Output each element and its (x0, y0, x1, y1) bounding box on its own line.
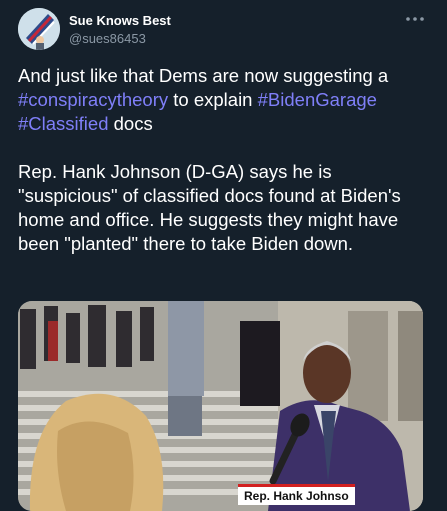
tweet-paragraph-2: Rep. Hank Johnson (D-GA) says he is "sus… (18, 161, 401, 254)
tweet-paragraph-1: And just like that Dems are now suggesti… (18, 64, 434, 136)
text-segment: docs (108, 113, 153, 134)
video-frame (18, 301, 423, 511)
author-handle[interactable]: @sues86453 (69, 31, 146, 46)
avatar[interactable] (18, 8, 60, 50)
tweet-card[interactable]: Sue Knows Best @sues86453 And just like … (0, 0, 447, 511)
author-name[interactable]: Sue Knows Best (69, 13, 171, 28)
tweet-video[interactable] (18, 301, 423, 511)
video-caption: Rep. Hank Johnso (238, 484, 355, 505)
text-segment: And just like that Dems are now suggesti… (18, 65, 389, 86)
hashtag-conspiracytheory[interactable]: #conspiracytheory (18, 89, 168, 110)
more-options-icon[interactable] (402, 10, 428, 28)
tweet-text: And just like that Dems are now suggesti… (18, 64, 434, 256)
hashtag-bidengarage[interactable]: #BidenGarage (258, 89, 377, 110)
hashtag-classified[interactable]: #Classified (18, 113, 109, 134)
avatar-flag-icon (18, 8, 60, 50)
text-segment: to explain (168, 89, 258, 110)
